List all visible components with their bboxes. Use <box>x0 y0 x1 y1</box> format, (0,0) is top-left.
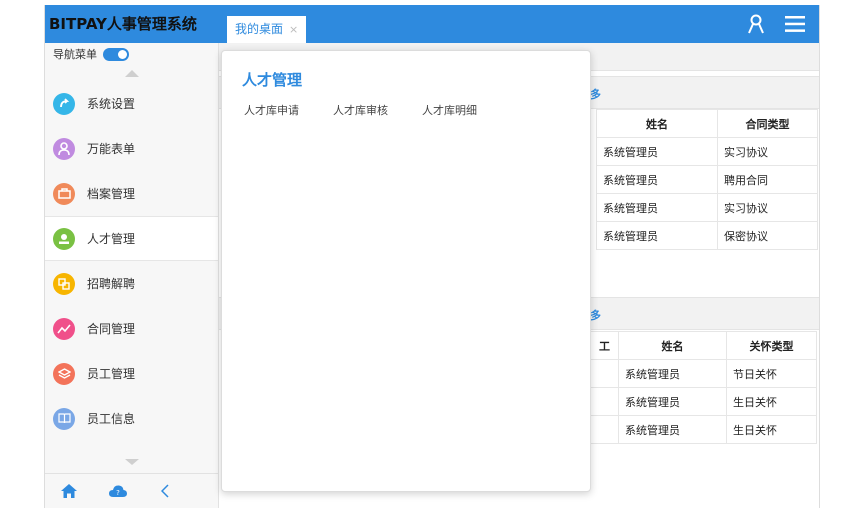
sidebar-item-label: 合同管理 <box>87 322 136 336</box>
talent-submenu-popup: 人才管理 人才库申请 人才库审核 人才库明细 <box>221 50 591 492</box>
chart-line-icon <box>53 317 75 340</box>
table-row[interactable]: 系统管理员 保密协议 <box>596 221 818 250</box>
tab-my-desktop[interactable]: 我的桌面 × <box>227 16 307 43</box>
table-row[interactable]: 系统管理员 生日关怀 <box>590 387 817 416</box>
sidebar-item-label: 万能表单 <box>87 142 136 156</box>
column-header-employee: 工 <box>590 331 619 360</box>
table-row[interactable]: 系统管理员 节日关怀 <box>590 359 817 388</box>
column-header-care-type: 关怀类型 <box>726 331 817 360</box>
sidebar-item-label: 人才管理 <box>87 232 136 246</box>
cell-employee <box>590 415 619 444</box>
sidebar-item-talent[interactable]: 人才管理 <box>45 216 218 261</box>
sidebar-item-archive[interactable]: 档案管理 <box>45 171 218 216</box>
cell-contract-type: 聘用合同 <box>717 165 818 194</box>
sidebar-bottom-bar: ? <box>45 473 219 508</box>
column-header-name: 姓名 <box>596 109 718 138</box>
sidebar-item-label: 系统设置 <box>87 97 136 111</box>
cell-care-type: 节日关怀 <box>726 359 817 388</box>
user-form-icon <box>53 137 75 160</box>
cell-name: 系统管理员 <box>596 137 718 166</box>
cloud-icon[interactable]: ? <box>93 484 143 498</box>
talent-apply-link[interactable]: 人才库申请 <box>244 102 299 118</box>
app-window: BITPAY人事管理系统 我的桌面 × 导航菜单 系统设置 万能表单 档案管理 … <box>44 5 820 508</box>
home-icon[interactable] <box>45 483 93 499</box>
triangle-down-icon <box>125 459 139 465</box>
table-header-row: 姓名 合同类型 <box>596 109 818 138</box>
column-header-name: 姓名 <box>618 331 727 360</box>
scroll-down-button[interactable] <box>45 454 219 470</box>
nav-toggle-row: 导航菜单 <box>45 43 218 65</box>
cell-contract-type: 实习协议 <box>717 137 818 166</box>
nav-toggle-switch[interactable] <box>103 47 129 61</box>
table-header-row: 工 姓名 关怀类型 <box>590 331 817 360</box>
sidebar-item-system-settings[interactable]: 系统设置 <box>45 81 218 126</box>
sidebar-item-contract[interactable]: 合同管理 <box>45 306 218 351</box>
cell-name: 系统管理员 <box>596 165 718 194</box>
layers-icon <box>53 362 75 385</box>
triangle-up-icon <box>124 69 139 77</box>
talent-review-link[interactable]: 人才库审核 <box>333 102 388 118</box>
cell-employee <box>590 359 619 388</box>
sidebar-item-employee-info[interactable]: 员工信息 <box>45 396 218 441</box>
sidebar-item-universal-form[interactable]: 万能表单 <box>45 126 218 171</box>
svg-text:?: ? <box>116 489 120 497</box>
tab-label: 我的桌面 <box>235 22 284 36</box>
care-table: 工 姓名 关怀类型 系统管理员 节日关怀 系统管理员 生日关怀 系统管理员 生日… <box>590 331 817 444</box>
app-title: BITPAY人事管理系统 <box>45 5 219 43</box>
sidebar-item-label: 招聘解聘 <box>87 277 136 291</box>
sidebar: 导航菜单 系统设置 万能表单 档案管理 人才管理 招聘解聘 合同管理 员工管理 … <box>45 43 219 508</box>
care-more-link[interactable]: 多 <box>590 307 601 323</box>
popup-links: 人才库申请 人才库审核 人才库明细 <box>244 102 477 118</box>
table-row[interactable]: 系统管理员 生日关怀 <box>590 415 817 444</box>
cell-name: 系统管理员 <box>596 193 718 222</box>
cell-care-type: 生日关怀 <box>726 415 817 444</box>
sidebar-item-employee-mgmt[interactable]: 员工管理 <box>45 351 218 396</box>
cell-employee <box>590 387 619 416</box>
user-icon[interactable] <box>747 14 765 34</box>
sidebar-item-label: 员工管理 <box>87 367 136 381</box>
table-row[interactable]: 系统管理员 实习协议 <box>596 193 818 222</box>
cell-name: 系统管理员 <box>618 387 727 416</box>
talent-detail-link[interactable]: 人才库明细 <box>422 102 477 118</box>
talent-icon <box>53 227 75 250</box>
nav-toggle-label: 导航菜单 <box>53 48 97 61</box>
cell-name: 系统管理员 <box>618 359 727 388</box>
contract-table: 姓名 合同类型 系统管理员 实习协议 系统管理员 聘用合同 系统管理员 实习协议… <box>596 109 818 250</box>
settings-icon <box>53 92 75 115</box>
contract-more-link[interactable]: 多 <box>590 86 601 102</box>
briefcase-icon <box>53 182 75 205</box>
cell-name: 系统管理员 <box>596 221 718 250</box>
sidebar-item-recruit[interactable]: 招聘解聘 <box>45 261 218 306</box>
book-icon <box>53 407 75 430</box>
sidebar-item-label: 员工信息 <box>87 412 136 426</box>
cell-contract-type: 保密协议 <box>717 221 818 250</box>
cell-name: 系统管理员 <box>618 415 727 444</box>
collapse-chevron-icon[interactable] <box>143 484 187 498</box>
top-bar: BITPAY人事管理系统 我的桌面 × <box>45 5 819 43</box>
sidebar-item-label: 档案管理 <box>87 187 136 201</box>
menu-icon[interactable] <box>785 15 805 33</box>
cell-contract-type: 实习协议 <box>717 193 818 222</box>
column-header-contract-type: 合同类型 <box>717 109 818 138</box>
table-row[interactable]: 系统管理员 实习协议 <box>596 137 818 166</box>
scroll-up-button[interactable] <box>45 65 218 81</box>
cell-care-type: 生日关怀 <box>726 387 817 416</box>
tab-close-icon[interactable]: × <box>289 23 298 36</box>
recruit-icon <box>53 272 75 295</box>
table-row[interactable]: 系统管理员 聘用合同 <box>596 165 818 194</box>
popup-title: 人才管理 <box>242 71 303 89</box>
